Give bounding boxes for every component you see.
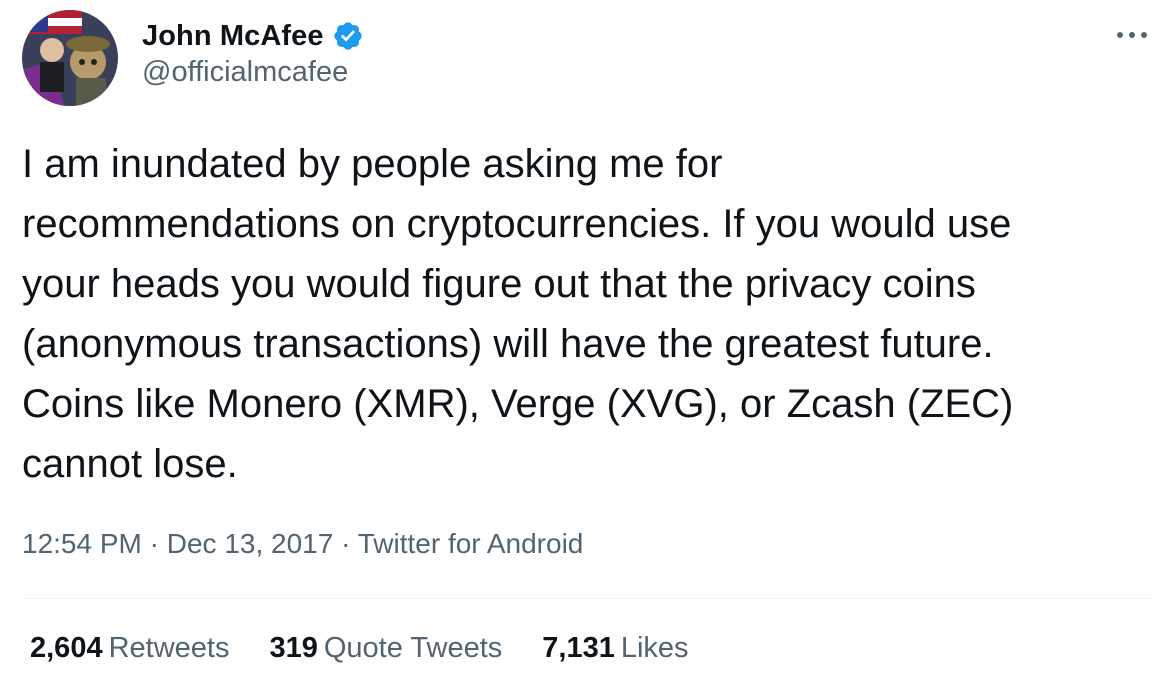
likes-stat[interactable]: 7,131 Likes (542, 632, 688, 665)
tweet-text: I am inundated by people asking me for r… (22, 142, 1014, 486)
quote-tweets-label: Quote Tweets (323, 632, 503, 664)
tweet-time[interactable]: 12:54 PM (22, 528, 142, 559)
tweet-card: John McAfee @officialmcafee I am inundat… (0, 0, 1174, 692)
tweet-source[interactable]: Twitter for Android (358, 528, 584, 559)
divider (22, 598, 1152, 599)
retweets-count: 2,604 (30, 632, 103, 664)
author-name-row[interactable]: John McAfee (142, 16, 364, 56)
meta-separator: · (149, 528, 167, 559)
author-handle[interactable]: @officialmcafee (142, 56, 348, 89)
tweet-date[interactable]: Dec 13, 2017 (167, 528, 334, 559)
tweet-metadata: 12:54 PM · Dec 13, 2017 · Twitter for An… (22, 528, 583, 560)
more-options-icon[interactable] (1112, 20, 1152, 50)
retweets-label: Retweets (108, 632, 230, 664)
author-display-name[interactable]: John McAfee (142, 20, 324, 53)
likes-count: 7,131 (542, 632, 615, 664)
quote-tweets-count: 319 (269, 632, 318, 664)
meta-separator: · (341, 528, 358, 559)
author-avatar[interactable] (22, 10, 118, 106)
retweets-stat[interactable]: 2,604 Retweets (30, 632, 229, 665)
likes-label: Likes (620, 632, 689, 664)
avatar-image (22, 10, 118, 106)
verified-badge-icon (333, 22, 362, 50)
tweet-stats: 2,604 Retweets 319 Quote Tweets 7,131 Likes (30, 632, 729, 665)
quote-tweets-stat[interactable]: 319 Quote Tweets (269, 632, 502, 665)
